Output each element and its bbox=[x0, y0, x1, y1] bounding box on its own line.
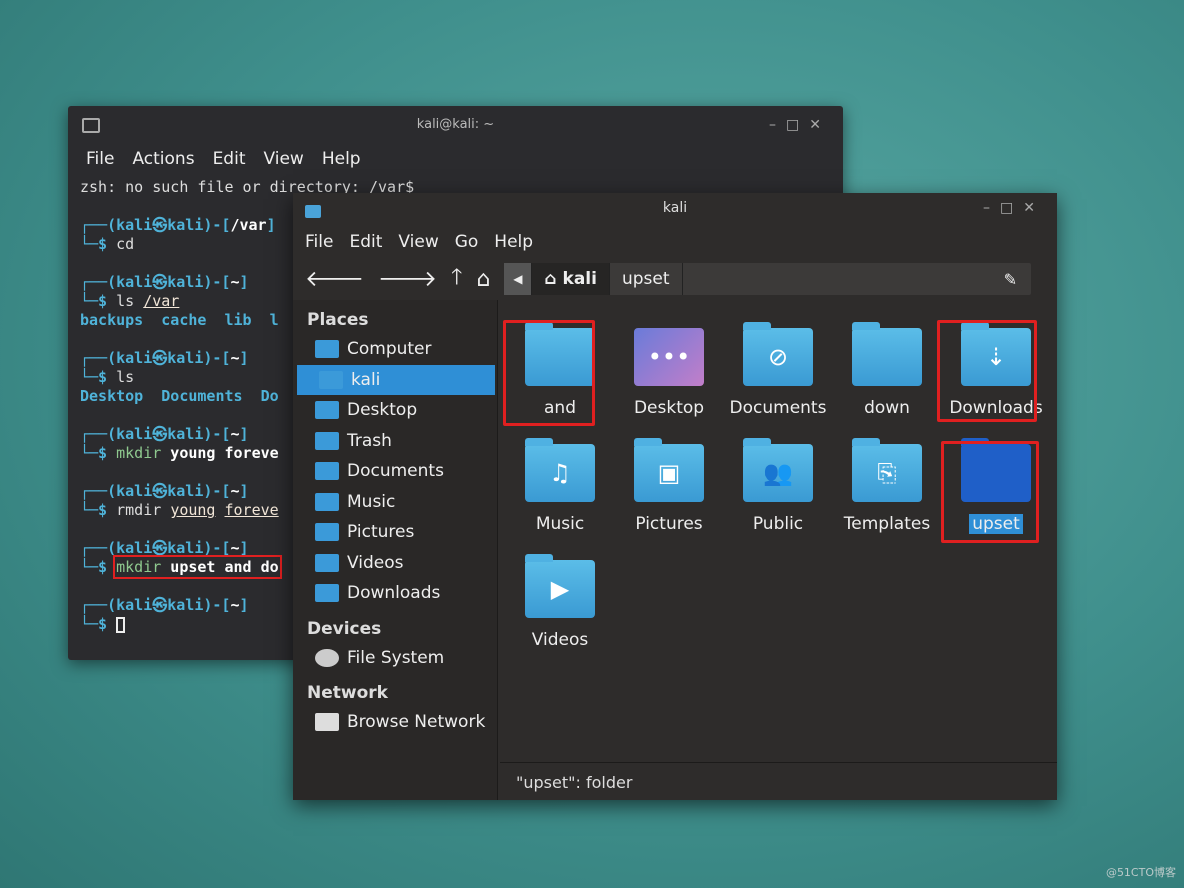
file-item-down[interactable]: down bbox=[837, 322, 937, 418]
music-icon bbox=[315, 492, 339, 511]
file-item-label: Music bbox=[535, 514, 585, 534]
paperclip-folder-icon: ⊘ bbox=[743, 322, 813, 386]
menu-view[interactable]: View bbox=[263, 149, 303, 169]
drive-icon bbox=[315, 648, 339, 667]
menu-help[interactable]: Help bbox=[494, 232, 533, 252]
terminal-titlebar[interactable]: kali@kali: ~ –□✕ bbox=[68, 106, 843, 144]
videos-icon bbox=[315, 553, 339, 572]
file-item-label: Videos bbox=[531, 630, 589, 650]
file-item-label: Documents bbox=[729, 398, 827, 418]
home-icon[interactable]: ⌂ bbox=[476, 267, 490, 292]
computer-icon bbox=[315, 340, 339, 359]
window-controls[interactable]: –□✕ bbox=[983, 193, 1045, 223]
menu-edit[interactable]: Edit bbox=[213, 149, 246, 169]
status-bar: "upset": folder bbox=[500, 762, 1057, 800]
file-item-desktop[interactable]: ••• Desktop bbox=[619, 328, 719, 418]
file-manager-window[interactable]: kali –□✕ File Edit View Go Help 🡐 🡒 🡑 ⌂ ◀ ⌂ kali… bbox=[293, 193, 1057, 800]
file-item-label: down bbox=[864, 398, 910, 418]
home-folder-icon bbox=[305, 205, 321, 218]
fm-toolbar: 🡐 🡒 🡑 ⌂ ◀ ⌂ kali upset ✎ bbox=[293, 259, 1057, 299]
file-item-videos[interactable]: ▶ Videos bbox=[510, 554, 610, 650]
back-icon[interactable]: 🡐 bbox=[305, 266, 364, 292]
cursor bbox=[116, 616, 126, 633]
desktop-folder-icon: ••• bbox=[634, 328, 704, 386]
video-folder-icon: ▶ bbox=[525, 554, 595, 618]
path-button-kali[interactable]: ⌂ kali bbox=[532, 263, 610, 295]
fm-titlebar[interactable]: kali –□✕ bbox=[293, 193, 1057, 225]
sidebar-item-pictures[interactable]: Pictures bbox=[293, 517, 497, 548]
path-label: kali bbox=[562, 269, 597, 289]
menu-go[interactable]: Go bbox=[455, 232, 479, 252]
file-view[interactable]: and ••• Desktop ⊘ Documents down ⇣ Downloads ♫ Mu… bbox=[500, 300, 1049, 762]
image-folder-icon: ▣ bbox=[634, 438, 704, 502]
sidebar-item-file-system[interactable]: File System bbox=[293, 643, 497, 674]
trash-icon bbox=[315, 431, 339, 450]
kali-icon bbox=[319, 370, 343, 389]
highlight-box bbox=[941, 441, 1039, 543]
highlight-box bbox=[937, 320, 1037, 422]
places-heading: Places bbox=[307, 310, 369, 330]
network-icon bbox=[315, 713, 339, 732]
sidebar-item-documents[interactable]: Documents bbox=[293, 456, 497, 487]
music-folder-icon: ♫ bbox=[525, 438, 595, 502]
documents-icon bbox=[315, 462, 339, 481]
folder-icon bbox=[852, 322, 922, 386]
devices-heading: Devices bbox=[307, 618, 382, 639]
terminal-title: kali@kali: ~ bbox=[416, 117, 495, 132]
path-scroll-left-button[interactable]: ◀ bbox=[504, 263, 533, 295]
file-item-music[interactable]: ♫ Music bbox=[510, 438, 610, 534]
template-folder-icon: ⎘ bbox=[852, 438, 922, 502]
sidebar-item-desktop[interactable]: Desktop bbox=[293, 395, 497, 426]
menu-file[interactable]: File bbox=[305, 232, 333, 252]
file-item-label: Templates bbox=[843, 514, 931, 534]
path-bar: ◀ ⌂ kali upset ✎ bbox=[504, 263, 1031, 295]
file-item-label: Pictures bbox=[635, 514, 703, 534]
highlight-box bbox=[503, 320, 595, 426]
sidebar-item-kali[interactable]: kali bbox=[297, 364, 495, 395]
file-item-label: Public bbox=[752, 514, 804, 534]
menu-file[interactable]: File bbox=[86, 149, 114, 169]
sidebar-item-music[interactable]: Music bbox=[293, 487, 497, 518]
file-item-public[interactable]: 👥 Public bbox=[728, 438, 828, 534]
fm-title: kali bbox=[662, 200, 688, 216]
sidebar-item-browse-network[interactable]: Browse Network bbox=[293, 707, 497, 738]
terminal-icon bbox=[82, 118, 100, 133]
file-item-templates[interactable]: ⎘ Templates bbox=[837, 438, 937, 534]
terminal-menubar: File Actions Edit View Help bbox=[68, 144, 843, 174]
sidebar-item-trash[interactable]: Trash bbox=[293, 426, 497, 457]
pictures-icon bbox=[315, 523, 339, 542]
network-heading: Network bbox=[307, 683, 388, 703]
menu-help[interactable]: Help bbox=[322, 149, 361, 169]
people-folder-icon: 👥 bbox=[743, 438, 813, 502]
menu-actions[interactable]: Actions bbox=[132, 149, 194, 169]
menu-view[interactable]: View bbox=[398, 232, 438, 252]
file-item-pictures[interactable]: ▣ Pictures bbox=[619, 438, 719, 534]
forward-icon[interactable]: 🡒 bbox=[378, 266, 437, 292]
fm-menubar: File Edit View Go Help bbox=[293, 225, 1057, 259]
file-item-documents[interactable]: ⊘ Documents bbox=[728, 322, 828, 418]
sidebar: Places Computer kali Desktop Trash Documents M… bbox=[293, 300, 498, 800]
sidebar-item-videos[interactable]: Videos bbox=[293, 548, 497, 579]
path-button-upset[interactable]: upset bbox=[610, 263, 683, 295]
sidebar-item-downloads[interactable]: Downloads bbox=[293, 578, 497, 609]
menu-edit[interactable]: Edit bbox=[349, 232, 382, 252]
window-controls[interactable]: –□✕ bbox=[769, 106, 831, 144]
desktop-icon bbox=[315, 401, 339, 420]
watermark: @51CTO博客 bbox=[1105, 866, 1176, 879]
up-icon[interactable]: 🡑 bbox=[451, 260, 462, 298]
sidebar-item-computer[interactable]: Computer bbox=[293, 334, 497, 365]
file-item-label: Desktop bbox=[633, 398, 705, 418]
edit-path-icon[interactable]: ✎ bbox=[990, 270, 1031, 289]
downloads-icon bbox=[315, 584, 339, 603]
